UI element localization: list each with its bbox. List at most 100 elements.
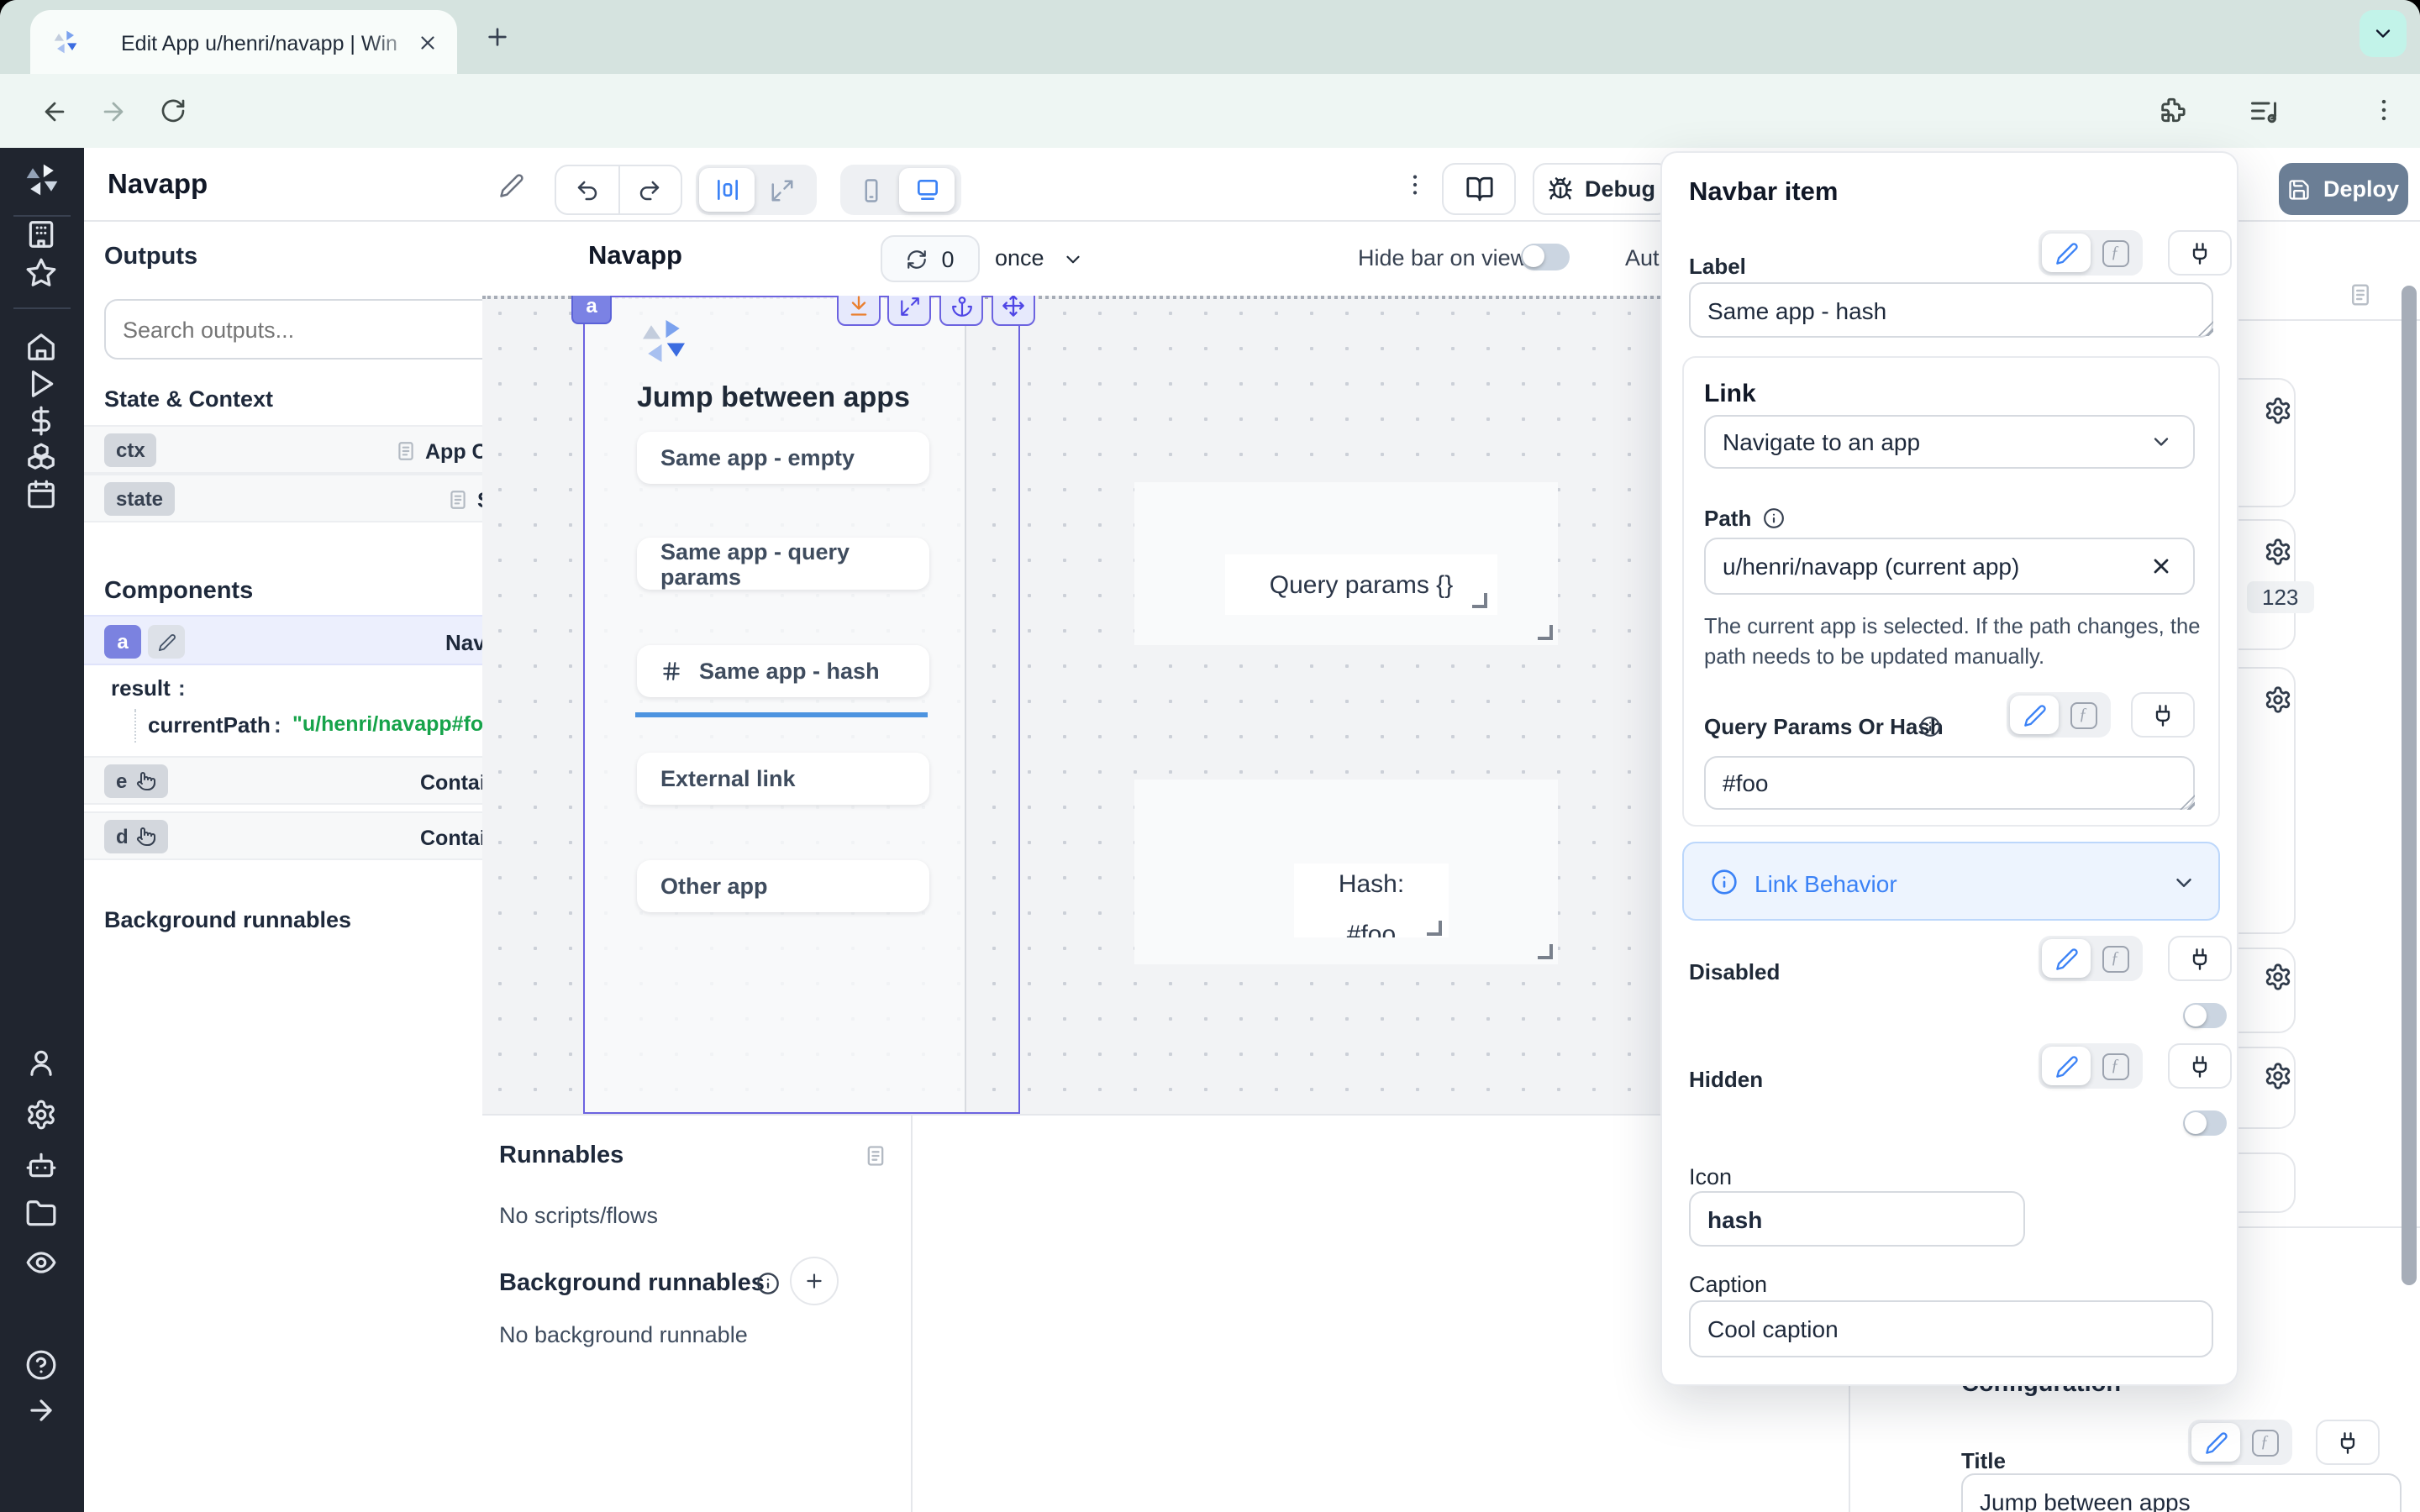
folders-icon[interactable]	[25, 1198, 57, 1230]
card-gear-icon[interactable]	[2264, 538, 2292, 566]
browser-tab-strip: Edit App u/henri/navapp | Win	[0, 0, 2420, 74]
deploy-button[interactable]: Deploy	[2279, 163, 2408, 215]
schedules-icon[interactable]	[25, 479, 57, 511]
query-params-text: Query params {}	[1225, 554, 1497, 615]
hash-container[interactable]: Hash: #foo	[1134, 780, 1558, 964]
hidden-toggle[interactable]	[2183, 1110, 2227, 1136]
expand-down-button[interactable]	[837, 296, 881, 326]
media-playlist-icon[interactable]	[2249, 96, 2279, 126]
function-mode-button[interactable]: ƒ	[2091, 939, 2139, 978]
home-icon[interactable]	[25, 331, 57, 363]
static-pencil-button[interactable]	[2010, 696, 2059, 734]
redo-button[interactable]	[619, 166, 681, 213]
forward-icon[interactable]	[99, 97, 128, 126]
collapse-rail-icon[interactable]	[25, 1394, 57, 1426]
tab-close-icon[interactable]	[417, 32, 439, 54]
navbar-edit-badge[interactable]	[148, 625, 185, 659]
mobile-preview-button[interactable]	[844, 168, 899, 212]
panel-scrollbar[interactable]	[2402, 286, 2417, 1285]
add-background-runnable-button[interactable]	[790, 1257, 839, 1305]
background-runnables-empty-text: No background runnable	[499, 1322, 748, 1347]
outer-resize-corner[interactable]	[1538, 625, 1553, 640]
caption-input[interactable]	[1689, 1300, 2213, 1357]
help-icon[interactable]	[25, 1349, 57, 1381]
undo-button[interactable]	[556, 166, 619, 213]
function-mode-button[interactable]: ƒ	[2091, 234, 2139, 272]
selection-id-handle[interactable]: a	[571, 296, 612, 324]
runs-icon[interactable]	[25, 368, 57, 400]
static-pencil-button[interactable]	[2042, 939, 2091, 978]
card-gear-icon[interactable]	[2264, 396, 2292, 425]
windmill-logo-icon[interactable]	[24, 161, 60, 198]
settings-doc-icon[interactable]	[2348, 282, 2373, 307]
title-input[interactable]	[1961, 1473, 2402, 1512]
card-gear-icon[interactable]	[2264, 685, 2292, 714]
variables-icon[interactable]	[25, 405, 57, 437]
static-pencil-button[interactable]	[2191, 1423, 2240, 1462]
debug-button[interactable]: Debug	[1533, 163, 1670, 215]
browser-tab[interactable]: Edit App u/henri/navapp | Win	[30, 10, 457, 74]
connect-plug-button[interactable]	[2131, 692, 2195, 738]
function-mode-button[interactable]: ƒ	[2059, 696, 2107, 734]
function-mode-button[interactable]: ƒ	[2091, 1047, 2139, 1085]
resources-icon[interactable]	[25, 442, 57, 474]
card-gear-icon[interactable]	[2264, 1062, 2292, 1090]
icon-input[interactable]	[1689, 1191, 2025, 1247]
workspace-icon[interactable]	[25, 218, 57, 250]
static-pencil-button[interactable]	[2042, 1047, 2091, 1085]
search-outputs-input[interactable]	[104, 299, 544, 360]
audit-eye-icon[interactable]	[25, 1247, 57, 1278]
outputs-title: Outputs	[104, 244, 197, 270]
chevron-down-icon	[2149, 430, 2173, 454]
hide-bar-toggle[interactable]	[1521, 244, 1570, 270]
refresh-count-button[interactable]: 0	[881, 235, 980, 282]
connect-plug-button[interactable]	[2168, 936, 2232, 981]
label-input[interactable]	[1689, 282, 2213, 338]
number-badge: 123	[2247, 581, 2313, 613]
back-icon[interactable]	[40, 97, 69, 126]
docs-button[interactable]	[1442, 163, 1516, 215]
connect-plug-button[interactable]	[2168, 1043, 2232, 1089]
link-type-select[interactable]: Navigate to an app	[1704, 415, 2195, 469]
browser-menu-icon[interactable]	[2370, 96, 2398, 124]
run-mode-chevron-icon[interactable]	[1062, 249, 1084, 270]
qph-input[interactable]	[1704, 756, 2195, 810]
run-mode-select[interactable]: once	[995, 245, 1044, 270]
function-mode-button[interactable]: ƒ	[2240, 1423, 2289, 1462]
runnables-title: Runnables	[499, 1142, 623, 1169]
disabled-toggle[interactable]	[2183, 1003, 2227, 1028]
favorites-star-icon[interactable]	[25, 257, 57, 289]
query-params-container[interactable]: Query params {}	[1134, 482, 1558, 645]
path-input[interactable]: u/henri/navapp (current app)	[1704, 538, 2195, 595]
clear-path-icon[interactable]	[2149, 554, 2173, 578]
path-help-line2: path needs to be updated manually.	[1704, 643, 2044, 669]
align-mode-button[interactable]	[699, 168, 755, 212]
runnables-doc-icon[interactable]	[864, 1144, 887, 1168]
chevron-down-icon	[2171, 870, 2196, 895]
windmill-favicon	[52, 29, 79, 55]
move-component-button[interactable]	[992, 296, 1035, 326]
workers-robot-icon[interactable]	[25, 1149, 57, 1181]
desktop-preview-button[interactable]	[899, 168, 955, 212]
reload-icon[interactable]	[160, 97, 187, 124]
card-gear-icon[interactable]	[2264, 963, 2292, 991]
connect-plug-button[interactable]	[2316, 1420, 2380, 1465]
extensions-icon[interactable]	[2158, 96, 2186, 124]
fullscreen-mode-button[interactable]	[755, 168, 810, 212]
canvas[interactable]: Jump between apps Same app - empty Same …	[482, 296, 1849, 1114]
fullscreen-component-button[interactable]	[887, 296, 931, 326]
current-path-key: currentPath	[148, 712, 271, 738]
static-pencil-button[interactable]	[2042, 234, 2091, 272]
inner-resize-corner[interactable]	[1472, 593, 1487, 608]
connect-plug-button[interactable]	[2168, 230, 2232, 276]
new-tab-icon[interactable]	[484, 24, 511, 50]
inner-resize-corner[interactable]	[1427, 921, 1442, 936]
users-icon[interactable]	[25, 1047, 57, 1079]
edit-title-pencil-icon[interactable]	[499, 173, 524, 198]
outer-resize-corner[interactable]	[1538, 944, 1553, 959]
link-behavior-collapsible[interactable]: Link Behavior	[1682, 842, 2220, 921]
settings-gear-icon[interactable]	[25, 1099, 57, 1131]
tab-search-button[interactable]	[2360, 10, 2407, 57]
editor-menu-kebab-icon[interactable]	[1402, 171, 1428, 198]
anchor-component-button[interactable]	[939, 296, 983, 326]
